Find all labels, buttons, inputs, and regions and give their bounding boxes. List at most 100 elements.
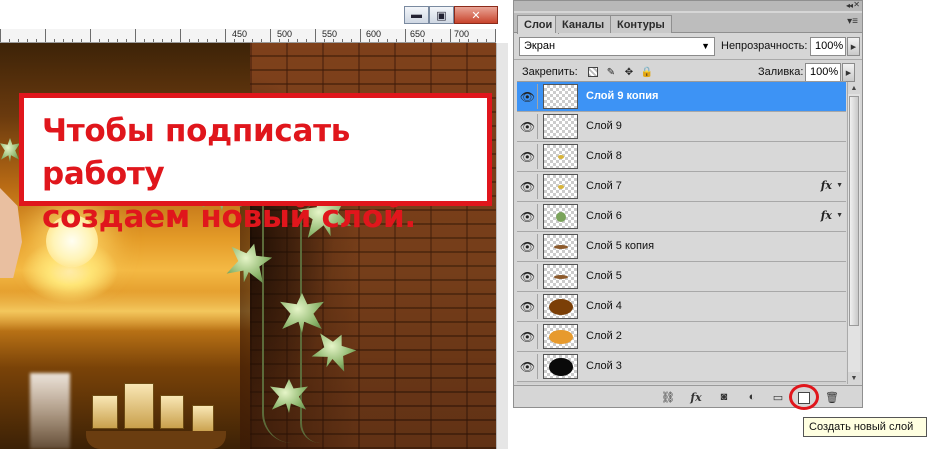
visibility-eye-icon[interactable]: 👁 (518, 324, 538, 349)
ivy-vine (300, 203, 340, 443)
close-button[interactable]: ✕ (454, 6, 498, 24)
layer-name[interactable]: Слой 5 (586, 270, 622, 282)
layer-row[interactable]: 👁 Слой 9 копия (517, 82, 846, 112)
close-icon[interactable]: ✕ (853, 0, 860, 9)
horizontal-ruler[interactable]: 450 500 550 600 650 700 750 (0, 29, 496, 43)
ship-hull (86, 431, 226, 449)
link-layers-icon[interactable]: ⛓ (660, 390, 676, 404)
layer-name[interactable]: Слой 3 (586, 360, 622, 372)
ruler-tick (297, 39, 298, 42)
visibility-eye-icon[interactable]: 👁 (518, 204, 538, 229)
fx-icon[interactable]: fx (821, 209, 832, 222)
layer-row[interactable]: 👁 Слой 6 fx ▼ (517, 202, 846, 232)
layer-name[interactable]: Слой 2 (586, 330, 622, 342)
visibility-eye-icon[interactable]: 👁 (518, 294, 538, 319)
layer-name[interactable]: Слой 6 (586, 210, 622, 222)
image-canvas[interactable]: Чтобы подписать работу создаем новый сло… (0, 43, 496, 449)
restore-button[interactable]: ▣ (429, 6, 454, 24)
tab-channels[interactable]: Каналы (555, 15, 612, 33)
layer-name[interactable]: Слой 7 (586, 180, 622, 192)
new-group-icon[interactable]: ▭ (770, 390, 786, 404)
lock-icons: ✎ ✥ 🔒 (587, 66, 653, 78)
layer-thumbnail[interactable] (543, 354, 578, 379)
ruler-tick (72, 39, 73, 42)
visibility-eye-icon[interactable]: 👁 (518, 84, 538, 109)
panel-menu-icon[interactable]: ▾≡ (847, 16, 858, 27)
layers-scrollbar[interactable]: ▲ ▼ (847, 82, 860, 384)
visibility-eye-icon[interactable]: 👁 (518, 234, 538, 259)
layer-row[interactable]: 👁 Слой 4 (517, 292, 846, 322)
visibility-eye-icon[interactable]: 👁 (518, 354, 538, 379)
blend-mode-select[interactable]: Экран ▼ (519, 37, 715, 56)
layer-name[interactable]: Слой 5 копия (586, 240, 654, 252)
layer-thumbnail[interactable] (543, 294, 578, 319)
layer-row[interactable]: 👁 Слой 5 (517, 262, 846, 292)
layer-style-icon[interactable]: fx (688, 390, 704, 404)
layer-row[interactable]: 👁 Слой 5 копия (517, 232, 846, 262)
opacity-slider-button[interactable]: ▶ (847, 37, 860, 56)
collapse-icon[interactable]: ◂◂ (846, 1, 853, 10)
layer-thumbnail[interactable] (543, 234, 578, 259)
layer-thumbnail[interactable] (543, 324, 578, 349)
visibility-eye-icon[interactable]: 👁 (518, 174, 538, 199)
layer-row[interactable]: 👁 Слой 7 fx ▼ (517, 172, 846, 202)
ruler-tick (135, 29, 136, 42)
delete-layer-icon[interactable]: 🗑 (824, 390, 840, 404)
layer-thumbnail[interactable] (543, 204, 578, 229)
layer-row[interactable]: 👁 Слой 2 (517, 322, 846, 352)
layer-thumbnail[interactable] (543, 174, 578, 199)
lock-move-icon[interactable]: ✥ (623, 66, 635, 78)
lock-transparency-icon[interactable] (587, 66, 599, 78)
close-icon: ✕ (471, 9, 481, 22)
layer-thumbnail[interactable] (543, 114, 578, 139)
layer-row[interactable]: 👁 Слой 3 (517, 352, 846, 382)
lock-all-icon[interactable]: 🔒 (641, 66, 653, 78)
fill-slider-button[interactable]: ▶ (842, 63, 855, 82)
visibility-eye-icon[interactable]: 👁 (518, 264, 538, 289)
layer-thumbnail[interactable] (543, 264, 578, 289)
layer-name[interactable]: Слой 9 (586, 120, 622, 132)
ruler-number: 650 (410, 29, 426, 39)
window-controls: ▬ ▣ ✕ (404, 6, 498, 24)
ruler-number: 700 (454, 29, 470, 39)
layer-name[interactable]: Слой 4 (586, 300, 622, 312)
scroll-thumb[interactable] (849, 96, 859, 326)
blend-mode-value: Экран (524, 40, 556, 52)
layers-list: 👁 Слой 9 копия 👁 Слой 9 👁 Слой 8 👁 Слой 7 fx ▼ 👁 Сл… (517, 81, 846, 384)
visibility-eye-icon[interactable]: 👁 (518, 114, 538, 139)
lock-label: Закрепить: (522, 66, 578, 78)
layer-name[interactable]: Слой 9 копия (586, 90, 658, 102)
layer-mask-icon[interactable]: ◙ (716, 390, 732, 404)
adjustment-layer-icon[interactable]: ◐ (744, 390, 760, 404)
minimize-button[interactable]: ▬ (404, 6, 429, 24)
layer-name[interactable]: Слой 8 (586, 150, 622, 162)
ruler-tick (342, 39, 343, 42)
ruler-tick (90, 29, 91, 42)
fill-input[interactable]: 100% (805, 63, 841, 82)
tab-paths[interactable]: Контуры (610, 15, 672, 33)
layer-row[interactable]: 👁 Слой 9 (517, 112, 846, 142)
tab-layers[interactable]: Слои (517, 15, 560, 34)
ruler-tick (387, 39, 388, 42)
layer-row[interactable]: 👁 Слой 8 (517, 142, 846, 172)
scroll-down-icon[interactable]: ▼ (848, 372, 860, 384)
scroll-up-icon[interactable]: ▲ (848, 82, 860, 94)
ruler-tick (288, 39, 289, 42)
ruler-tick (351, 39, 352, 42)
opacity-input[interactable]: 100% (810, 37, 846, 56)
ruler-tick (468, 39, 469, 42)
lock-brush-icon[interactable]: ✎ (605, 66, 617, 78)
ruler-tick (216, 39, 217, 42)
expand-arrow-icon[interactable]: ▼ (836, 182, 843, 189)
layer-thumbnail[interactable] (543, 84, 578, 109)
ruler-tick (225, 29, 226, 42)
visibility-eye-icon[interactable]: 👁 (518, 144, 538, 169)
ruler-tick (189, 39, 190, 42)
ruler-tick (405, 29, 406, 42)
layer-thumbnail[interactable] (543, 144, 578, 169)
fx-icon[interactable]: fx (821, 179, 832, 192)
document-scrollbar[interactable] (496, 43, 508, 449)
expand-arrow-icon[interactable]: ▼ (836, 212, 843, 219)
ruler-tick (279, 39, 280, 42)
divider (514, 59, 862, 60)
